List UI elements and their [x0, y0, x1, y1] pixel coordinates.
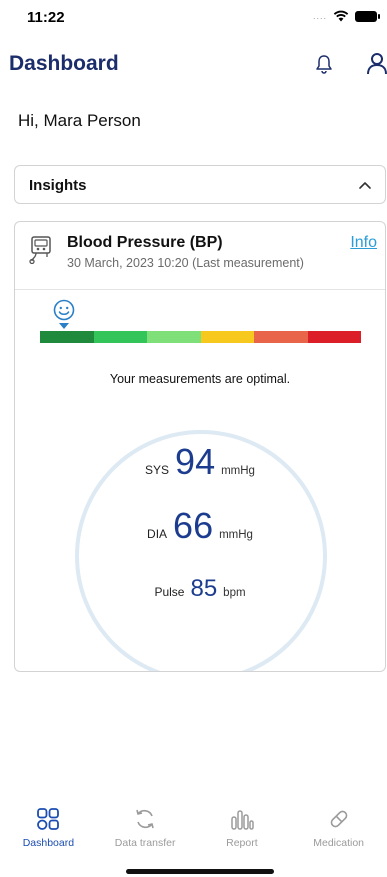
bp-card-header: Blood Pressure (BP) 30 March, 2023 10:20…	[15, 222, 385, 290]
bp-card: Blood Pressure (BP) 30 March, 2023 10:20…	[14, 221, 386, 672]
sys-reading: SYS 94 mmHg	[15, 444, 385, 480]
pulse-unit: bpm	[223, 587, 246, 599]
dashboard-icon	[37, 808, 60, 830]
bp-last-measurement: 30 March, 2023 10:20 (Last measurement)	[67, 256, 304, 270]
battery-icon	[355, 10, 380, 22]
tab-data-transfer[interactable]: Data transfer	[97, 796, 194, 877]
bp-monitor-icon	[29, 236, 51, 264]
tab-report[interactable]: Report	[194, 796, 291, 877]
scale-segment	[93, 331, 147, 343]
sync-icon	[136, 809, 154, 829]
pulse-label: Pulse	[154, 585, 185, 599]
wifi-icon	[333, 10, 349, 22]
user-icon[interactable]	[365, 51, 387, 75]
insights-label: Insights	[29, 177, 87, 194]
sys-unit: mmHg	[221, 465, 255, 477]
tab-label-medication: Medication	[313, 837, 365, 849]
scale-segment	[40, 331, 94, 343]
scale-segment	[147, 331, 201, 343]
home-indicator	[126, 869, 274, 874]
chevron-up-icon	[359, 182, 371, 189]
tab-medication[interactable]: Medication	[290, 796, 387, 877]
report-icon	[231, 810, 254, 830]
top-nav: Dashboard	[0, 48, 387, 82]
scale-segment	[200, 331, 254, 343]
status-time: 11:22	[27, 9, 65, 26]
insights-toggle[interactable]: Insights	[14, 165, 386, 204]
tab-label-report: Report	[226, 837, 258, 849]
status-bar: 11:22 ....	[0, 0, 387, 36]
scale-segment	[307, 331, 361, 343]
dia-label: DIA	[147, 527, 168, 541]
tab-label-dashboard: Dashboard	[22, 837, 75, 849]
bp-scale-bar	[40, 331, 361, 343]
status-icons: ....	[312, 10, 380, 22]
bell-icon[interactable]	[313, 53, 335, 75]
bp-card-title: Blood Pressure (BP)	[67, 234, 223, 251]
dia-value: 66	[173, 505, 214, 546]
tab-label-data-transfer: Data transfer	[114, 837, 176, 849]
dia-unit: mmHg	[219, 529, 253, 541]
page-title: Dashboard	[9, 52, 119, 75]
bottom-tab-bar: Dashboard Data transfer Report Medicatio…	[0, 796, 387, 877]
tab-dashboard[interactable]: Dashboard	[0, 796, 97, 877]
dia-reading: DIA 66 mmHg	[15, 508, 385, 544]
sys-value: 94	[175, 441, 216, 482]
bp-status-message: Your measurements are optimal.	[109, 372, 291, 386]
scale-pointer	[59, 323, 69, 329]
info-link[interactable]: Info	[350, 234, 377, 252]
pulse-value: 85	[190, 575, 218, 602]
sys-label: SYS	[145, 463, 170, 477]
signal-icon: ....	[312, 11, 327, 21]
greeting-text: Hi, Mara Person	[18, 111, 141, 130]
pill-icon	[330, 810, 347, 828]
pulse-reading: Pulse 85 bpm	[15, 577, 385, 601]
smiley-icon	[53, 299, 75, 321]
scale-segment	[254, 331, 308, 343]
